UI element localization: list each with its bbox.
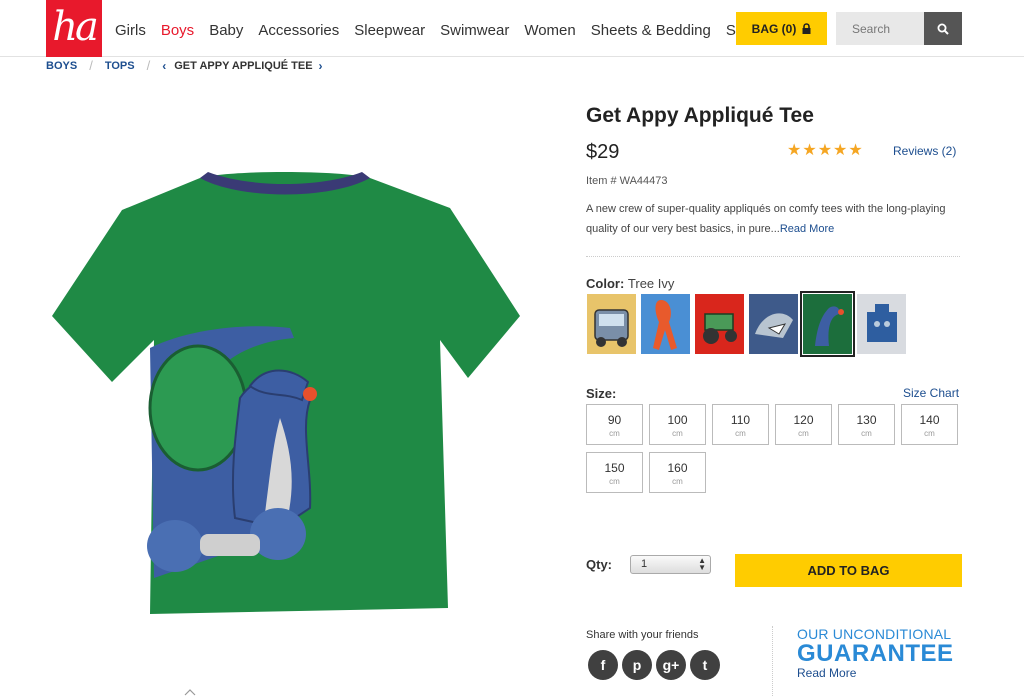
size-unit: cm: [861, 429, 872, 438]
size-option-150[interactable]: 150 cm: [586, 452, 643, 493]
swatch-dragon[interactable]: [800, 291, 855, 357]
facebook-icon[interactable]: f: [588, 650, 618, 680]
product-image[interactable]: [50, 168, 522, 616]
site-header: ha Girls Boys Baby Accessories Sleepwear…: [0, 0, 1024, 57]
chevron-left-icon: ‹: [162, 58, 167, 73]
size-option-100[interactable]: 100 cm: [649, 404, 706, 445]
breadcrumb-tops[interactable]: TOPS: [105, 60, 135, 72]
size-number: 150: [604, 461, 625, 475]
product-title: Get Appy Appliqué Tee: [586, 104, 814, 127]
pinterest-icon[interactable]: p: [622, 650, 652, 680]
description-text: A new crew of super-quality appliqués on…: [586, 203, 946, 235]
twitter-icon[interactable]: t: [690, 650, 720, 680]
size-label: Size:: [586, 386, 617, 401]
lock-icon: [802, 23, 811, 34]
social-icons: f p g+ t: [588, 650, 724, 680]
nav-item-girls[interactable]: Girls: [115, 22, 146, 39]
nav-item-accessories[interactable]: Accessories: [258, 22, 339, 39]
size-option-90[interactable]: 90 cm: [586, 404, 643, 445]
size-number: 140: [919, 413, 940, 427]
breadcrumb-separator: /: [89, 58, 93, 73]
size-option-110[interactable]: 110 cm: [712, 404, 769, 445]
color-label-text: Color:: [586, 276, 625, 291]
guarantee-title: GUARANTEE: [797, 640, 954, 667]
size-number: 130: [856, 413, 877, 427]
color-value: Tree Ivy: [627, 276, 675, 291]
chevron-right-icon: ›: [318, 58, 323, 73]
nav-item-sheets-bedding[interactable]: Sheets & Bedding: [591, 22, 711, 39]
breadcrumb: BOYS / TOPS / ‹ GET APPY APPLIQUÉ TEE ›: [46, 58, 323, 73]
size-option-160[interactable]: 160 cm: [649, 452, 706, 493]
reviews-link[interactable]: Reviews (2): [893, 144, 956, 158]
size-number: 110: [730, 413, 751, 427]
item-number: Item # WA44473: [586, 175, 668, 187]
add-to-bag-button[interactable]: ADD TO BAG: [735, 554, 962, 587]
nav-item-swimwear[interactable]: Swimwear: [440, 22, 509, 39]
logo-text: ha: [52, 4, 99, 50]
applique-tree: [148, 344, 248, 472]
vertical-divider: [772, 626, 773, 696]
size-unit: cm: [672, 429, 683, 438]
color-swatches: [587, 291, 911, 357]
brand-logo[interactable]: ha: [46, 0, 102, 57]
swatch-squid[interactable]: [641, 294, 690, 354]
color-label: Color: Tree Ivy: [586, 276, 674, 291]
bag-label: BAG (0): [751, 21, 797, 36]
search-button[interactable]: [924, 12, 962, 45]
size-unit: cm: [609, 429, 620, 438]
nav-item-women[interactable]: Women: [524, 22, 575, 39]
size-unit: cm: [924, 429, 935, 438]
nav-item-baby[interactable]: Baby: [209, 22, 243, 39]
swatch-truck[interactable]: [587, 294, 636, 354]
size-unit: cm: [798, 429, 809, 438]
dragon-fire: [303, 387, 317, 401]
size-option-130[interactable]: 130 cm: [838, 404, 895, 445]
read-more-link[interactable]: Read More: [780, 223, 834, 235]
guarantee-read-more-link[interactable]: Read More: [797, 666, 856, 680]
qty-value: 1: [641, 558, 648, 570]
swatch-tractor[interactable]: [695, 294, 744, 354]
qty-select[interactable]: 1 ▲ ▼: [630, 555, 711, 574]
size-number: 90: [607, 413, 622, 427]
bag-button[interactable]: BAG (0): [736, 12, 827, 45]
size-number: 160: [667, 461, 688, 475]
size-unit: cm: [609, 477, 620, 486]
scroll-up-icon[interactable]: [184, 688, 196, 696]
search-icon: [937, 23, 949, 35]
nav-item-boys[interactable]: Boys: [161, 22, 194, 39]
rating-stars: ★★★★★: [787, 142, 864, 159]
size-options: 90 cm 100 cm 110 cm 120 cm 130 cm 140 cm 150 cm…: [586, 404, 966, 500]
google-plus-icon[interactable]: g+: [656, 650, 686, 680]
size-number: 100: [667, 413, 688, 427]
size-option-140[interactable]: 140 cm: [901, 404, 958, 445]
size-unit: cm: [735, 429, 746, 438]
breadcrumb-boys[interactable]: BOYS: [46, 60, 77, 72]
size-number: 120: [793, 413, 814, 427]
swatch-robot[interactable]: [857, 294, 906, 354]
product-description: A new crew of super-quality appliqués on…: [586, 199, 956, 239]
stepper-arrows-icon: ▲ ▼: [698, 556, 706, 572]
divider: [586, 256, 960, 257]
search-input[interactable]: Search: [836, 12, 924, 45]
size-chart-link[interactable]: Size Chart: [903, 386, 959, 400]
size-option-120[interactable]: 120 cm: [775, 404, 832, 445]
breadcrumb-separator: /: [146, 58, 151, 73]
size-unit: cm: [672, 477, 683, 486]
main-nav: Girls Boys Baby Accessories Sleepwear Sw…: [115, 22, 771, 39]
breadcrumb-current: GET APPY APPLIQUÉ TEE: [174, 59, 313, 72]
qty-label: Qty:: [586, 557, 612, 572]
product-price: $29: [586, 141, 620, 163]
nav-item-sleepwear[interactable]: Sleepwear: [354, 22, 425, 39]
share-label: Share with your friends: [586, 629, 699, 641]
swatch-shark[interactable]: [749, 294, 798, 354]
